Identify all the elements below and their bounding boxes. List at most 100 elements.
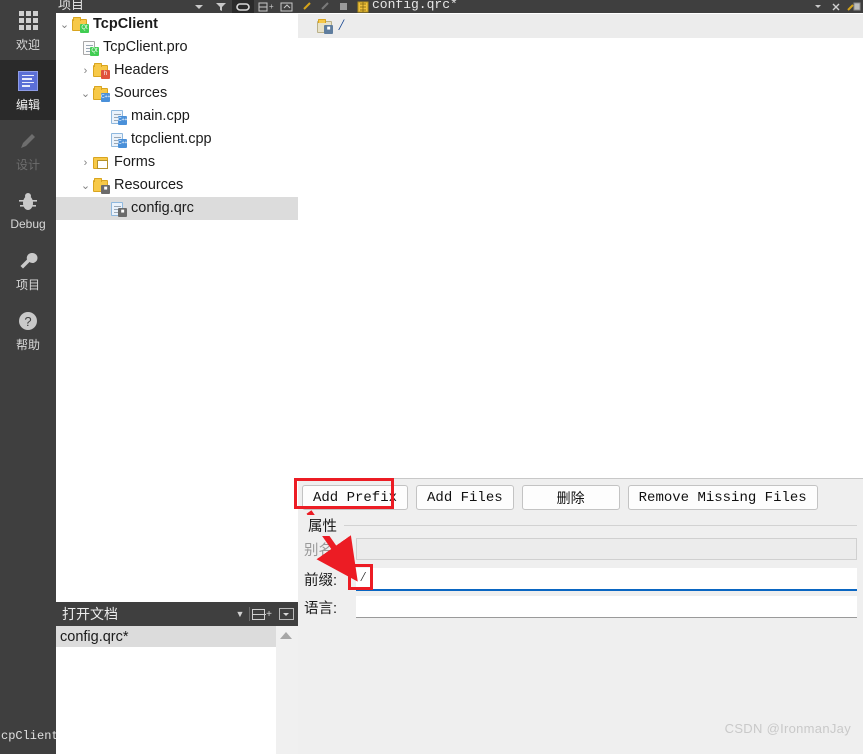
chevron-expanded-icon[interactable]: ⌄ bbox=[79, 87, 92, 100]
open-documents-pane: config.qrc* bbox=[56, 626, 298, 754]
mode-label-design: 设计 bbox=[15, 157, 40, 172]
folder-h-icon: h bbox=[92, 62, 110, 79]
tree-item-main-cpp[interactable]: C++ main.cpp bbox=[56, 105, 298, 128]
folder-qt-icon: Qt bbox=[71, 16, 89, 33]
pencil-icon bbox=[17, 128, 39, 154]
mode-button-debug[interactable]: Debug bbox=[0, 180, 56, 240]
mode-selector-bar: 欢迎 编辑 设计 Debug 项目 ? 帮助 cpClient bbox=[0, 0, 56, 754]
alias-field-row: 别名: bbox=[304, 537, 857, 561]
edit-document-icon bbox=[18, 68, 38, 94]
prefix-input[interactable]: / bbox=[356, 567, 857, 591]
question-circle-icon: ? bbox=[17, 308, 39, 334]
add-files-button[interactable]: Add Files bbox=[416, 485, 514, 510]
tree-item-forms[interactable]: › Forms bbox=[56, 151, 298, 174]
svg-text:?: ? bbox=[24, 314, 31, 329]
open-document-label: config.qrc* bbox=[60, 628, 129, 645]
svg-text:+: + bbox=[269, 2, 274, 11]
folder-res-icon: ■ bbox=[92, 177, 110, 194]
tree-item-sources[interactable]: ⌄ C++ Sources bbox=[56, 82, 298, 105]
scroll-up-icon[interactable] bbox=[280, 632, 292, 639]
file-qrc-icon: ■ bbox=[109, 201, 127, 217]
language-label: 语言: bbox=[304, 600, 338, 617]
mode-label-debug: Debug bbox=[10, 217, 46, 231]
filter-icon[interactable] bbox=[210, 0, 232, 13]
bookmark-icon[interactable] bbox=[334, 0, 352, 13]
tree-item-label: Resources bbox=[114, 177, 184, 193]
mode-button-projects[interactable]: 项目 bbox=[0, 240, 56, 300]
csdn-watermark: CSDN @IronmanJay bbox=[724, 721, 851, 736]
mode-button-help[interactable]: ? 帮助 bbox=[0, 300, 56, 360]
chevron-expanded-icon[interactable]: ⌄ bbox=[79, 179, 92, 192]
collapse-icon[interactable] bbox=[276, 0, 298, 13]
tree-item-label: tcpclient.cpp bbox=[131, 131, 212, 147]
chevron-down-icon[interactable] bbox=[188, 0, 210, 13]
chevron-down-icon[interactable]: ▼ bbox=[231, 609, 249, 619]
back-arrow-icon[interactable] bbox=[298, 0, 316, 13]
link-icon[interactable] bbox=[232, 0, 254, 13]
tree-item-label: Headers bbox=[114, 62, 169, 78]
folder-form-icon bbox=[92, 155, 110, 171]
open-documents-title: 打开文档 bbox=[62, 606, 118, 622]
tree-item-label: TcpClient.pro bbox=[103, 39, 188, 55]
file-qt-icon: Qt bbox=[81, 40, 99, 56]
qrc-file-icon bbox=[354, 0, 372, 13]
language-field-row: 语言: bbox=[304, 595, 857, 619]
forward-arrow-icon[interactable] bbox=[316, 0, 334, 13]
tree-item-label: main.cpp bbox=[131, 108, 190, 124]
project-tree-header: 项目 + bbox=[56, 0, 298, 13]
folder-cpp-icon: C++ bbox=[92, 85, 110, 102]
tree-item-label: config.qrc bbox=[131, 200, 194, 216]
editor-tab-bar: config.qrc* bbox=[298, 0, 863, 13]
grid-dots-icon bbox=[18, 8, 38, 34]
tree-item-label: Sources bbox=[114, 85, 168, 101]
chevron-collapsed-icon[interactable]: › bbox=[79, 65, 92, 77]
chevron-expanded-icon[interactable]: ⌄ bbox=[58, 18, 71, 31]
tree-item-config-qrc[interactable]: ■ config.qrc bbox=[56, 197, 298, 220]
file-cpp-icon: C++ bbox=[109, 109, 127, 125]
mode-label-projects: 项目 bbox=[15, 277, 40, 292]
open-documents-list: config.qrc* bbox=[56, 626, 276, 754]
tree-item-tcpclient-pro[interactable]: Qt TcpClient.pro bbox=[56, 36, 298, 59]
mode-label-welcome: 欢迎 bbox=[15, 37, 40, 52]
tree-item-tcpclient[interactable]: ⌄ Qt TcpClient bbox=[56, 13, 298, 36]
qrc-prefix-folder-icon: ■ bbox=[316, 18, 333, 34]
prefix-label: 前缀: bbox=[304, 572, 338, 589]
tree-item-resources[interactable]: ⌄ ■ Resources bbox=[56, 174, 298, 197]
remove-missing-files-button[interactable]: Remove Missing Files bbox=[627, 485, 818, 510]
qrc-resource-editor: ■ / bbox=[298, 13, 863, 478]
delete-button[interactable]: 删除 bbox=[521, 485, 620, 510]
resource-tree-row-prefix[interactable]: ■ / bbox=[298, 14, 863, 38]
split-editor-icon[interactable] bbox=[845, 0, 863, 13]
file-cpp-icon: C++ bbox=[109, 132, 127, 148]
active-project-label: cpClient bbox=[0, 718, 56, 754]
tree-item-label: TcpClient bbox=[93, 16, 158, 32]
chevron-collapsed-icon[interactable]: › bbox=[79, 157, 92, 169]
mode-button-edit[interactable]: 编辑 bbox=[0, 60, 56, 120]
split-add-icon[interactable]: + bbox=[254, 0, 276, 13]
project-tree-title: 项目 bbox=[58, 0, 85, 12]
language-input[interactable] bbox=[356, 596, 857, 618]
mode-button-welcome[interactable]: 欢迎 bbox=[0, 0, 56, 60]
group-divider bbox=[344, 525, 857, 526]
properties-group-title: 属性 bbox=[304, 515, 337, 536]
editor-nav-icons bbox=[298, 0, 354, 13]
open-documents-header: 打开文档 ▼ + bbox=[56, 602, 298, 626]
alias-input[interactable] bbox=[356, 538, 857, 560]
editor-tab-label[interactable]: config.qrc* bbox=[372, 0, 458, 11]
qrc-properties-panel: Add Prefix Add Files 删除 Remove Missing F… bbox=[298, 478, 863, 754]
close-icon[interactable] bbox=[827, 0, 845, 13]
tree-item-headers[interactable]: › h Headers bbox=[56, 59, 298, 82]
add-prefix-button[interactable]: Add Prefix bbox=[302, 485, 409, 510]
split-icon[interactable]: + bbox=[250, 602, 274, 626]
qt-creator-window: 欢迎 编辑 设计 Debug 项目 ? 帮助 cpClient 项目 + ⌄ Q… bbox=[0, 0, 863, 754]
wrench-icon bbox=[17, 248, 39, 274]
mode-button-design[interactable]: 设计 bbox=[0, 120, 56, 180]
open-documents-scrollbar[interactable] bbox=[276, 626, 298, 754]
tree-item-tcpclient-cpp[interactable]: C++ tcpclient.cpp bbox=[56, 128, 298, 151]
dropdown-box-icon[interactable] bbox=[274, 602, 298, 626]
qrc-button-row: Add Prefix Add Files 删除 Remove Missing F… bbox=[302, 485, 818, 510]
properties-group: 属性 bbox=[304, 515, 857, 536]
alias-label: 别名: bbox=[304, 542, 338, 559]
open-document-item-config-qrc[interactable]: config.qrc* bbox=[56, 626, 276, 647]
chevron-down-icon[interactable] bbox=[809, 0, 827, 13]
